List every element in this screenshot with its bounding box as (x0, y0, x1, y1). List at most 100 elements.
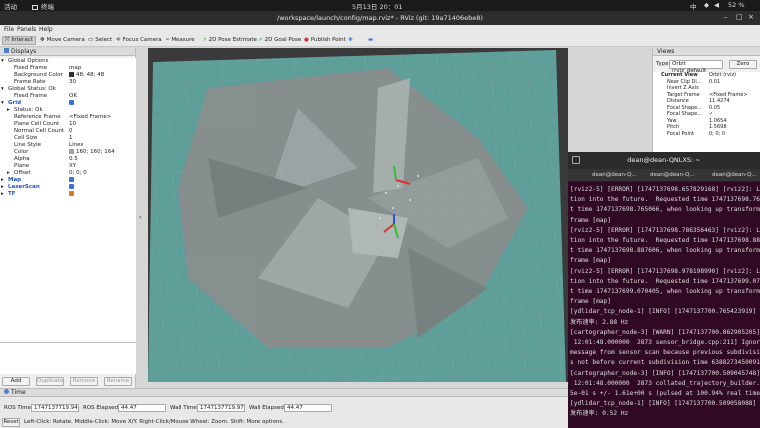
display-row-grid-alpha[interactable]: Alpha 0.5 (0, 156, 136, 163)
display-property-value[interactable]: 0.5 (69, 156, 78, 162)
expand-arrow-icon[interactable]: ▾ (1, 58, 4, 65)
select-tool[interactable]: ▭ Select (86, 36, 114, 45)
views-tree[interactable]: Current View Orbit (rviz) Near Clip Di... 0… (653, 72, 760, 158)
goal-pose-tool[interactable]: ➚ 2D Goal Pose (256, 36, 303, 45)
view-property-value[interactable]: ✓ (709, 111, 713, 117)
view-property-row[interactable]: Target Frame <Fixed Frame> (653, 92, 760, 98)
expand-arrow-icon[interactable]: ▸ (7, 107, 10, 114)
expand-arrow-icon[interactable]: ▸ (1, 191, 4, 198)
view-property-row[interactable]: Focal Point 0; 0; 0 (653, 131, 760, 137)
terminal-tab-3[interactable]: dean@dean-Q... (712, 172, 757, 178)
input-method-indicator[interactable]: 中 (690, 1, 697, 11)
reset-button[interactable]: Reset (2, 418, 20, 427)
enabled-checkbox[interactable] (69, 191, 74, 196)
view-property-row[interactable]: Current View Orbit (rviz) (653, 72, 760, 78)
display-row-grid-status[interactable]: ▸ Status: Ok (0, 107, 136, 114)
view-property-row[interactable]: Focal Shape... ✓ (653, 111, 760, 117)
display-row-fixed-frame[interactable]: Fixed Frame map (0, 65, 136, 72)
activities-button[interactable]: 活动 (4, 1, 17, 11)
view-type-select[interactable]: Orbit (rviz_default_ (669, 60, 723, 74)
display-row-background-color[interactable]: Background Color 48; 48; 48 (0, 72, 136, 79)
network-icon[interactable]: ◆ (704, 1, 709, 9)
color-swatch[interactable] (69, 149, 74, 154)
ros-time-field[interactable]: 1747137719.94 (31, 404, 79, 412)
remove-tool-button[interactable]: ▬ (366, 36, 375, 45)
battery-label[interactable]: 52 % (728, 1, 745, 9)
close-icon[interactable]: × (748, 13, 754, 21)
display-property-value[interactable]: OK (69, 93, 77, 99)
measure-tool[interactable]: ┅ Measure (164, 36, 197, 45)
terminal-tab-1[interactable]: dean@dean-Q... (592, 172, 637, 178)
duplicate-display-button[interactable]: Duplicate (36, 377, 64, 386)
view-property-value[interactable]: 1.0654 (709, 118, 727, 124)
add-display-button[interactable]: Add (2, 377, 30, 386)
display-row-fixed-frame-status[interactable]: Fixed Frame OK (0, 93, 136, 100)
display-row-tf-display[interactable]: ▸ TF (0, 191, 136, 198)
terminal-app-indicator[interactable]: 终端 (32, 1, 54, 11)
display-property-value[interactable]: 1 (69, 135, 73, 141)
menu-file[interactable]: File (4, 26, 14, 33)
add-tool-button[interactable]: ✚ (346, 36, 355, 45)
render-viewport[interactable] (148, 48, 568, 382)
view-property-value[interactable]: 0.01 (709, 79, 720, 85)
display-row-grid-display[interactable]: ▾ Grid (0, 100, 136, 107)
wall-elapsed-field[interactable]: 44.47 (284, 404, 332, 412)
view-property-row[interactable]: Focal Shape... 0.05 (653, 105, 760, 111)
terminal-output[interactable]: [rviz2-5] [ERROR] [1747137698.657829168]… (570, 185, 760, 420)
view-property-value[interactable]: <Fixed Frame> (709, 92, 748, 98)
rename-display-button[interactable]: Rename (104, 377, 132, 386)
display-property-value[interactable]: XY (69, 163, 76, 169)
display-row-global-options[interactable]: ▾ Global Options (0, 58, 136, 65)
view-property-row[interactable]: Invert Z Axis (653, 85, 760, 91)
display-property-value[interactable]: 0 (69, 128, 73, 134)
menu-panels[interactable]: Panels (17, 26, 36, 33)
view-property-value[interactable]: 11.4274 (709, 98, 730, 104)
view-property-value[interactable]: 0; 0; 0 (709, 131, 725, 137)
view-property-value[interactable]: 0.05 (709, 105, 720, 111)
terminal-window[interactable]: dean@dean-QNLXS: ~ dean@dean-Q... dean@d… (568, 152, 760, 428)
publish-point-tool[interactable]: ● Publish Point (302, 36, 348, 45)
display-row-map-display[interactable]: ▸ Map (0, 177, 136, 184)
wall-time-field[interactable]: 1747137719.97 (197, 404, 245, 412)
display-row-laserscan-display[interactable]: ▸ LaserScan (0, 184, 136, 191)
expand-arrow-icon[interactable]: ▾ (1, 100, 4, 107)
enabled-checkbox[interactable] (69, 177, 74, 182)
view-property-row[interactable]: Near Clip Di... 0.01 (653, 79, 760, 85)
move-camera-tool[interactable]: ✥ Move Camera (38, 36, 87, 45)
view-property-row[interactable]: Pitch 1.5698 (653, 124, 760, 130)
display-property-value[interactable]: map (69, 65, 81, 71)
display-property-value[interactable]: Lines (69, 142, 83, 148)
view-property-row[interactable]: Yaw 1.0654 (653, 118, 760, 124)
terminal-tab-2[interactable]: dean@dean-Q... (650, 172, 695, 178)
collapse-left-icon[interactable]: ‹ (139, 214, 141, 221)
display-row-grid-plane[interactable]: Plane XY (0, 163, 136, 170)
display-property-value[interactable]: 0; 0; 0 (69, 170, 87, 176)
expand-arrow-icon[interactable]: ▸ (7, 170, 10, 177)
display-row-reference-frame[interactable]: Reference Frame <Fixed Frame> (0, 114, 136, 121)
view-property-value[interactable]: 1.5698 (709, 124, 727, 130)
menu-help[interactable]: Help (39, 26, 53, 33)
display-property-value[interactable]: <Fixed Frame> (69, 114, 111, 120)
expand-arrow-icon[interactable]: ▾ (1, 86, 4, 93)
display-property-value[interactable]: 10 (69, 121, 76, 127)
display-row-line-style[interactable]: Line Style Lines (0, 142, 136, 149)
focus-camera-tool[interactable]: ✛ Focus Camera (114, 36, 164, 45)
display-row-normal-cell-count[interactable]: Normal Cell Count 0 (0, 128, 136, 135)
display-row-frame-rate[interactable]: Frame Rate 30 (0, 79, 136, 86)
expand-arrow-icon[interactable]: ▸ (1, 184, 4, 191)
display-property-value[interactable]: 48; 48; 48 (76, 72, 104, 78)
zero-view-button[interactable]: Zero (729, 60, 757, 69)
interact-tool[interactable]: ⤧ Interact (2, 36, 36, 45)
displays-tree[interactable]: ▾ Global Options Fixed Frame map Background … (0, 58, 136, 350)
maximize-icon[interactable]: □ (736, 13, 743, 21)
display-property-value[interactable]: 160; 160; 164 (76, 149, 115, 155)
view-property-row[interactable]: Distance 11.4274 (653, 98, 760, 104)
clock[interactable]: 5月13日 20：01 (352, 1, 403, 11)
display-row-cell-size[interactable]: Cell Size 1 (0, 135, 136, 142)
view-property-value[interactable]: Orbit (rviz) (709, 72, 736, 78)
display-row-plane-cell-count[interactable]: Plane Cell Count 10 (0, 121, 136, 128)
minimize-icon[interactable]: – (724, 13, 728, 21)
pose-estimate-tool[interactable]: ➚ 2D Pose Estimate (200, 36, 259, 45)
display-row-grid-color[interactable]: Color 160; 160; 164 (0, 149, 136, 156)
remove-display-button[interactable]: Remove (70, 377, 98, 386)
